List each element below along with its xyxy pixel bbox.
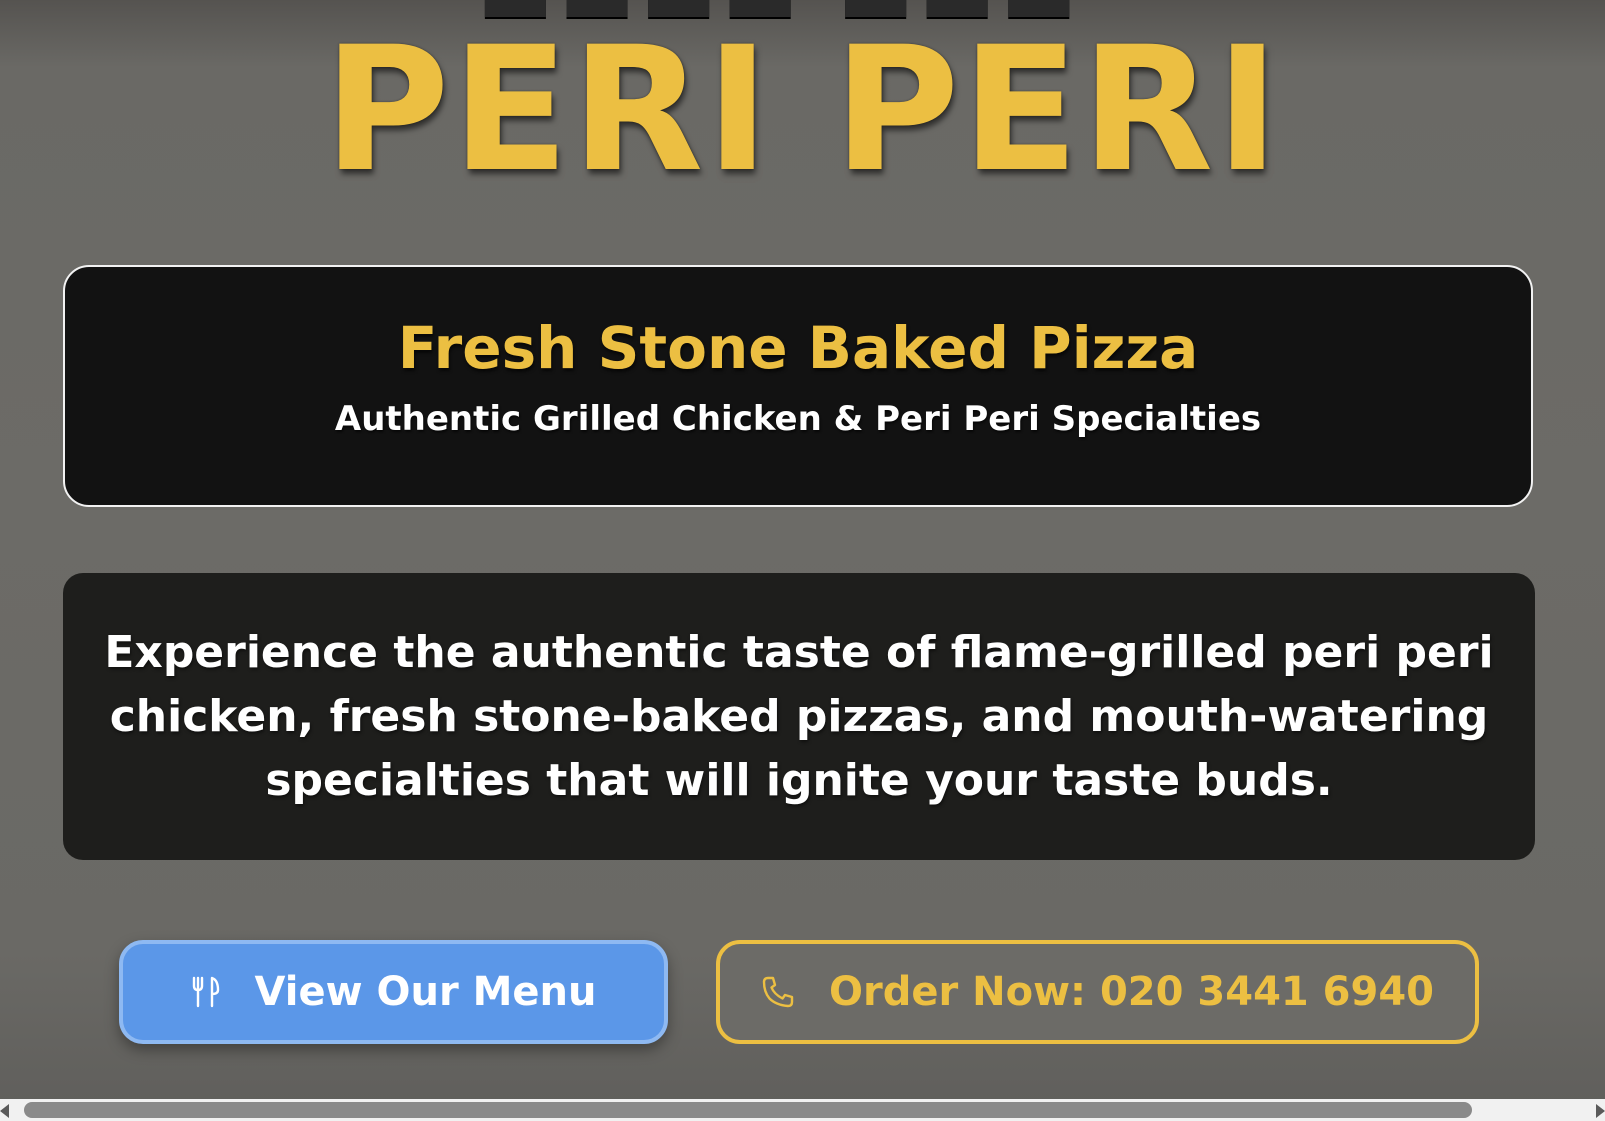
view-menu-label: View Our Menu: [254, 969, 597, 1015]
scrollbar-thumb[interactable]: [24, 1102, 1472, 1118]
horizontal-scrollbar[interactable]: [0, 1099, 1605, 1121]
tagline-subheading: Authentic Grilled Chicken & Peri Peri Sp…: [334, 398, 1262, 439]
tagline-heading: Fresh Stone Baked Pizza: [397, 314, 1199, 382]
intro-card: Experience the authentic taste of flame-…: [63, 573, 1535, 860]
phone-icon: [761, 975, 795, 1009]
hero-title: PERI PERI: [323, 9, 1282, 210]
utensils-icon: [191, 976, 221, 1008]
intro-text: Experience the authentic taste of flame-…: [104, 626, 1494, 806]
scroll-left-arrow-icon[interactable]: [0, 1104, 9, 1118]
scroll-right-arrow-icon[interactable]: [1596, 1104, 1605, 1118]
view-menu-button[interactable]: View Our Menu: [119, 940, 668, 1044]
order-now-label: Order Now: 020 3441 6940: [829, 969, 1434, 1015]
tagline-card: Fresh Stone Baked Pizza Authentic Grille…: [63, 265, 1533, 507]
order-now-button[interactable]: Order Now: 020 3441 6940: [716, 940, 1479, 1044]
